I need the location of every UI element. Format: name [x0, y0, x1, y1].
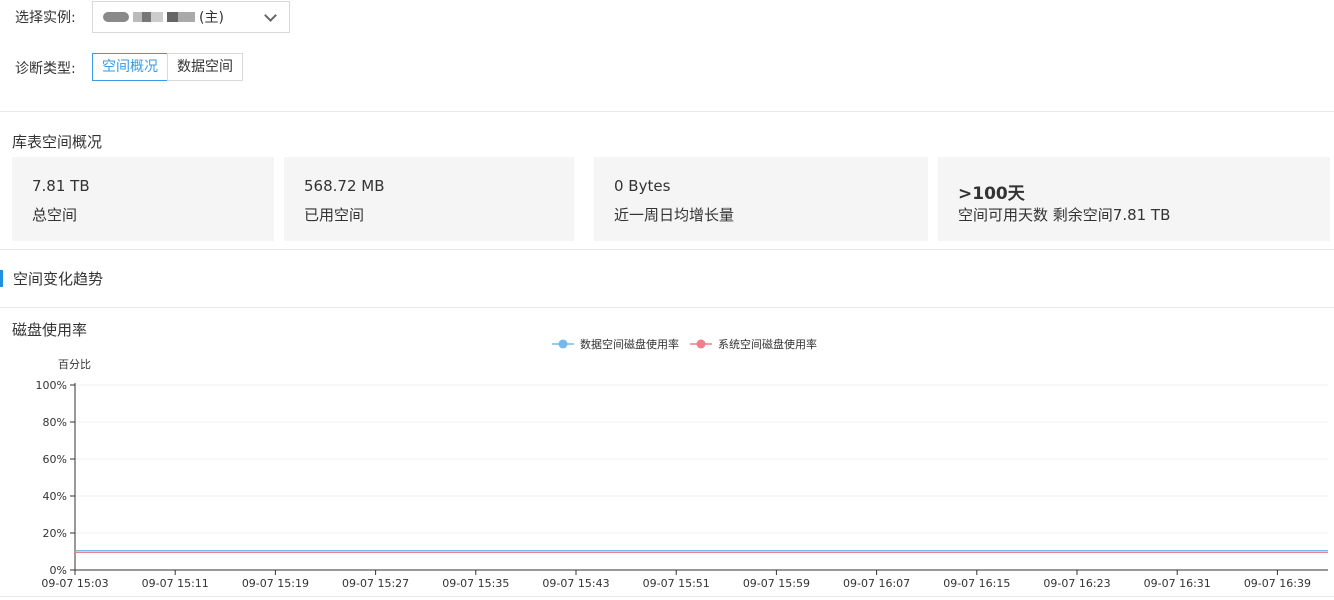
disk-usage-chart: 数据空间磁盘使用率 系统空间磁盘使用率百分比 0% 20% 40% 60% 80% 100% 0… [36, 337, 1328, 590]
legend-marker [558, 339, 568, 349]
x-tick-label: 09-07 16:15 [943, 577, 1010, 590]
trend-section-header: 空间变化趋势 [0, 268, 103, 288]
y-tick-label: 80% [43, 416, 67, 429]
x-tick-label: 09-07 15:03 [41, 577, 108, 590]
legend-label: 系统空间磁盘使用率 [718, 337, 817, 351]
stat-card-available-days: >100天 空间可用天数 剩余空间7.81 TB [938, 157, 1330, 241]
stat-label: 总空间 [32, 206, 78, 224]
x-tick-label: 09-07 15:27 [342, 577, 409, 590]
chevron-down-icon[interactable] [264, 9, 277, 22]
instance-label: 选择实例: [15, 10, 76, 26]
stat-value: 568.72 MB [304, 177, 385, 195]
x-tick-label: 09-07 16:23 [1043, 577, 1110, 590]
stat-label: 空间可用天数 剩余空间7.81 TB [958, 206, 1171, 224]
instance-select[interactable]: (主) [92, 1, 290, 33]
y-axis-label: 百分比 [58, 358, 91, 371]
redacted-instance-name [133, 12, 163, 22]
tab-space-overview[interactable]: 空间概况 [92, 53, 168, 81]
x-tick-label: 09-07 15:11 [142, 577, 209, 590]
y-tick-label: 20% [43, 527, 67, 540]
stat-label: 近一周日均增长量 [614, 206, 735, 224]
stat-value: 0 Bytes [614, 177, 671, 195]
x-tick-label: 09-07 15:35 [442, 577, 509, 590]
y-tick-label: 100% [36, 379, 67, 392]
x-tick-label: 09-07 15:59 [743, 577, 810, 590]
redacted-instance-name [167, 12, 195, 22]
stat-label: 已用空间 [304, 206, 365, 224]
y-tick-label: 0% [50, 564, 67, 577]
x-tick-label: 09-07 15:43 [542, 577, 609, 590]
tab-data-space[interactable]: 数据空间 [167, 53, 243, 81]
x-tick-label: 09-07 16:07 [843, 577, 910, 590]
x-tick-label: 09-07 16:31 [1144, 577, 1211, 590]
y-tick-label: 60% [43, 453, 67, 466]
trend-section-title: 空间变化趋势 [13, 269, 104, 288]
y-tick-label: 40% [43, 490, 67, 503]
redacted-instance-name [103, 12, 129, 22]
overview-title: 库表空间概况 [12, 133, 103, 151]
diagnosis-label: 诊断类型: [15, 61, 76, 77]
x-tick-label: 09-07 16:39 [1244, 577, 1311, 590]
stat-value: 7.81 TB [32, 177, 90, 195]
legend-label: 数据空间磁盘使用率 [580, 337, 679, 351]
stat-card-weekly-growth: 0 Bytes 近一周日均增长量 [594, 157, 928, 241]
instance-role: (主) [199, 10, 224, 26]
x-tick-label: 09-07 15:19 [242, 577, 309, 590]
diagnosis-type-tabs: 空间概况 数据空间 [92, 53, 243, 81]
stat-value: >100天 [958, 184, 1025, 204]
stat-card-total-space: 7.81 TB 总空间 [12, 157, 274, 241]
x-tick-label: 09-07 15:51 [643, 577, 710, 590]
stat-card-used-space: 568.72 MB 已用空间 [284, 157, 574, 241]
legend-marker [696, 339, 706, 349]
accent-bar [0, 269, 3, 287]
